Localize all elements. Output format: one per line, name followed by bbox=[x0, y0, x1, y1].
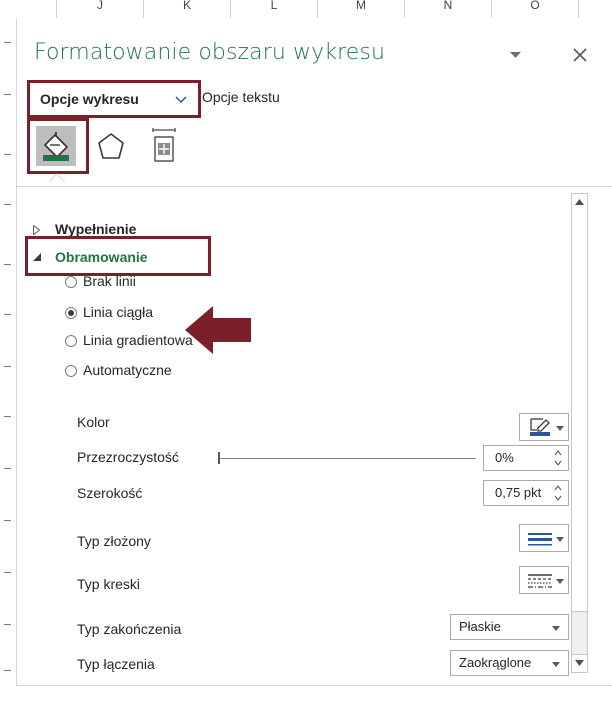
cap-type-select[interactable]: Płaskie bbox=[450, 614, 569, 640]
join-type-select[interactable]: Zaokrąglone bbox=[450, 650, 569, 676]
size-properties-icon[interactable] bbox=[147, 128, 181, 164]
column-header[interactable]: M bbox=[318, 0, 405, 18]
compound-lines-icon bbox=[528, 533, 552, 546]
column-header[interactable]: L bbox=[231, 0, 318, 18]
effects-pentagon-icon[interactable] bbox=[95, 130, 127, 162]
compound-type-label: Typ złożony bbox=[77, 533, 151, 549]
color-label: Kolor bbox=[77, 414, 110, 430]
tab-chart-options-label: Opcje wykresu bbox=[40, 91, 139, 107]
line-color-picker[interactable] bbox=[519, 413, 569, 441]
dash-type-label: Typ kreski bbox=[77, 576, 141, 592]
chevron-down-icon bbox=[556, 426, 564, 431]
tab-text-options[interactable]: Opcje tekstu bbox=[202, 89, 280, 105]
pen-color-icon bbox=[530, 418, 550, 436]
vertical-scrollbar[interactable] bbox=[571, 193, 588, 673]
join-type-value: Zaokrąglone bbox=[459, 655, 532, 670]
column-header[interactable] bbox=[0, 0, 57, 18]
width-value: 0,75 pkt bbox=[495, 485, 542, 500]
scroll-down-icon bbox=[575, 660, 584, 666]
column-header[interactable]: O bbox=[492, 0, 579, 18]
cap-type-label: Typ zakończenia bbox=[77, 621, 182, 637]
format-chart-area-pane: Formatowanie obszaru wykresu Opcje wykre… bbox=[16, 18, 612, 685]
close-button[interactable] bbox=[567, 42, 593, 68]
spreadsheet-row-edge bbox=[0, 18, 16, 704]
radio-no-line-label: Brak linii bbox=[83, 273, 136, 289]
compound-type-dropdown[interactable] bbox=[519, 524, 569, 552]
scroll-down-button[interactable] bbox=[572, 654, 587, 672]
tab-chart-options[interactable]: Opcje wykresu bbox=[27, 80, 201, 118]
cap-type-value: Płaskie bbox=[459, 619, 501, 634]
spreadsheet-column-headers: J K L M N O bbox=[0, 0, 612, 19]
chevron-down-icon bbox=[552, 626, 560, 631]
dash-lines-icon bbox=[528, 574, 552, 588]
spinner-arrows-icon[interactable] bbox=[554, 484, 562, 502]
expand-triangle-icon bbox=[33, 225, 40, 235]
transparency-slider-thumb[interactable] bbox=[218, 452, 220, 464]
radio-automatic-label: Automatyczne bbox=[83, 362, 172, 378]
section-border-label: Obramowanie bbox=[55, 249, 148, 265]
spinner-arrows-icon[interactable] bbox=[554, 449, 562, 467]
spreadsheet-bottom-edge bbox=[16, 685, 612, 705]
transparency-label: Przezroczystość bbox=[77, 449, 179, 465]
column-header[interactable]: J bbox=[57, 0, 144, 18]
active-tab-pointer-icon bbox=[49, 173, 65, 182]
annotation-arrow-icon bbox=[185, 306, 251, 354]
scroll-up-icon bbox=[575, 199, 584, 205]
pane-options-button[interactable] bbox=[503, 42, 529, 68]
collapse-triangle-icon bbox=[33, 253, 41, 261]
transparency-value: 0% bbox=[495, 450, 514, 465]
dash-type-dropdown[interactable] bbox=[519, 566, 569, 594]
radio-gradient-line-label: Linia gradientowa bbox=[83, 332, 193, 348]
column-header[interactable]: N bbox=[405, 0, 492, 18]
radio-solid-line-label: Linia ciągła bbox=[83, 304, 154, 320]
close-icon bbox=[573, 48, 587, 62]
scroll-up-button[interactable] bbox=[572, 194, 587, 212]
chevron-down-icon bbox=[510, 52, 521, 58]
join-type-label: Typ łączenia bbox=[77, 656, 155, 672]
width-label: Szerokość bbox=[77, 485, 143, 501]
chevron-down-icon bbox=[552, 662, 560, 667]
fill-line-icon[interactable] bbox=[36, 126, 76, 166]
radio-button[interactable] bbox=[65, 276, 77, 288]
section-fill-label: Wypełnienie bbox=[55, 221, 137, 237]
chevron-down-icon bbox=[556, 579, 564, 584]
scrollbar-thumb[interactable] bbox=[572, 211, 587, 612]
width-spinner[interactable]: 0,75 pkt bbox=[483, 480, 569, 506]
chevron-down-icon bbox=[175, 96, 187, 104]
radio-button[interactable] bbox=[65, 365, 77, 377]
transparency-spinner[interactable]: 0% bbox=[483, 445, 569, 471]
radio-button[interactable] bbox=[65, 335, 77, 347]
pane-title: Formatowanie obszaru wykresu bbox=[34, 40, 385, 65]
chevron-down-icon bbox=[556, 537, 564, 542]
radio-button-selected[interactable] bbox=[65, 307, 77, 319]
column-header[interactable]: K bbox=[144, 0, 231, 18]
pane-divider bbox=[17, 186, 612, 187]
transparency-slider-track[interactable] bbox=[218, 458, 476, 459]
